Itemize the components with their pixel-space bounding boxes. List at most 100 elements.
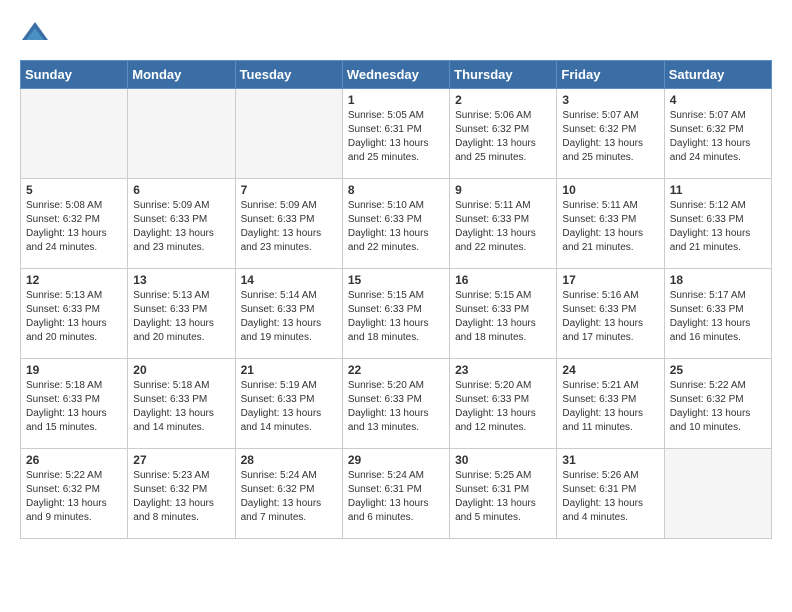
day-info: Sunrise: 5:16 AMSunset: 6:33 PMDaylight:… [562, 289, 658, 345]
calendar-cell: 10 Sunrise: 5:11 AMSunset: 6:33 PMDayligh… [557, 179, 664, 269]
calendar-cell: 25 Sunrise: 5:22 AMSunset: 6:32 PMDayligh… [664, 359, 771, 449]
day-number: 13 [133, 273, 229, 287]
day-number: 5 [26, 183, 122, 197]
day-number: 19 [26, 363, 122, 377]
calendar-cell: 3 Sunrise: 5:07 AMSunset: 6:32 PMDaylight… [557, 89, 664, 179]
week-row-4: 19 Sunrise: 5:18 AMSunset: 6:33 PMDayligh… [21, 359, 772, 449]
calendar-cell: 24Sunrise: 5:21 AMSunset: 6:33 PMDayligh… [557, 359, 664, 449]
day-info: Sunrise: 5:22 AMSunset: 6:32 PMDaylight:… [670, 379, 766, 435]
calendar-cell: 5 Sunrise: 5:08 AMSunset: 6:32 PMDaylight… [21, 179, 128, 269]
day-number: 23 [455, 363, 551, 377]
day-info: Sunrise: 5:13 AMSunset: 6:33 PMDaylight:… [133, 289, 229, 345]
day-info: Sunrise: 5:06 AMSunset: 6:32 PMDaylight:… [455, 109, 551, 165]
calendar-cell: 16 Sunrise: 5:15 AMSunset: 6:33 PMDayligh… [450, 269, 557, 359]
day-number: 17 [562, 273, 658, 287]
day-number: 16 [455, 273, 551, 287]
day-info: Sunrise: 5:20 AMSunset: 6:33 PMDaylight:… [348, 379, 444, 435]
week-row-1: 1 Sunrise: 5:05 AMSunset: 6:31 PMDaylight… [21, 89, 772, 179]
day-info: Sunrise: 5:22 AMSunset: 6:32 PMDaylight:… [26, 469, 122, 525]
day-info: Sunrise: 5:24 AMSunset: 6:32 PMDaylight:… [241, 469, 337, 525]
day-number: 1 [348, 93, 444, 107]
day-info: Sunrise: 5:09 AMSunset: 6:33 PMDaylight:… [133, 199, 229, 255]
calendar-cell: 14 Sunrise: 5:14 AMSunset: 6:33 PMDayligh… [235, 269, 342, 359]
day-number: 21 [241, 363, 337, 377]
calendar-cell: 22Sunrise: 5:20 AMSunset: 6:33 PMDayligh… [342, 359, 449, 449]
day-info: Sunrise: 5:19 AMSunset: 6:33 PMDaylight:… [241, 379, 337, 435]
day-number: 10 [562, 183, 658, 197]
day-number: 25 [670, 363, 766, 377]
day-info: Sunrise: 5:20 AMSunset: 6:33 PMDaylight:… [455, 379, 551, 435]
day-info: Sunrise: 5:10 AMSunset: 6:33 PMDaylight:… [348, 199, 444, 255]
day-info: Sunrise: 5:11 AMSunset: 6:33 PMDaylight:… [562, 199, 658, 255]
day-info: Sunrise: 5:18 AMSunset: 6:33 PMDaylight:… [133, 379, 229, 435]
calendar-cell: 29 Sunrise: 5:24 AMSunset: 6:31 PMDayligh… [342, 449, 449, 539]
day-number: 7 [241, 183, 337, 197]
week-row-3: 12 Sunrise: 5:13 AMSunset: 6:33 PMDayligh… [21, 269, 772, 359]
weekday-header-saturday: Saturday [664, 61, 771, 89]
day-info: Sunrise: 5:08 AMSunset: 6:32 PMDaylight:… [26, 199, 122, 255]
day-info: Sunrise: 5:07 AMSunset: 6:32 PMDaylight:… [562, 109, 658, 165]
day-number: 24 [562, 363, 658, 377]
calendar-cell [21, 89, 128, 179]
calendar-cell: 23 Sunrise: 5:20 AMSunset: 6:33 PMDayligh… [450, 359, 557, 449]
day-number: 4 [670, 93, 766, 107]
day-info: Sunrise: 5:15 AMSunset: 6:33 PMDaylight:… [455, 289, 551, 345]
calendar-cell: 31 Sunrise: 5:26 AMSunset: 6:31 PMDayligh… [557, 449, 664, 539]
calendar-cell: 18 Sunrise: 5:17 AMSunset: 6:33 PMDayligh… [664, 269, 771, 359]
calendar-cell: 2 Sunrise: 5:06 AMSunset: 6:32 PMDaylight… [450, 89, 557, 179]
day-number: 6 [133, 183, 229, 197]
calendar-cell: 26 Sunrise: 5:22 AMSunset: 6:32 PMDayligh… [21, 449, 128, 539]
calendar-cell: 12Sunrise: 5:13 AMSunset: 6:33 PMDayligh… [21, 269, 128, 359]
day-info: Sunrise: 5:12 AMSunset: 6:33 PMDaylight:… [670, 199, 766, 255]
calendar-cell: 7Sunrise: 5:09 AMSunset: 6:33 PMDaylight… [235, 179, 342, 269]
day-number: 28 [241, 453, 337, 467]
calendar-cell: 9 Sunrise: 5:11 AMSunset: 6:33 PMDaylight… [450, 179, 557, 269]
day-number: 9 [455, 183, 551, 197]
day-number: 18 [670, 273, 766, 287]
day-number: 27 [133, 453, 229, 467]
logo-icon [20, 20, 50, 50]
day-info: Sunrise: 5:26 AMSunset: 6:31 PMDaylight:… [562, 469, 658, 525]
calendar-cell: 4 Sunrise: 5:07 AMSunset: 6:32 PMDaylight… [664, 89, 771, 179]
day-number: 2 [455, 93, 551, 107]
calendar-cell [664, 449, 771, 539]
day-number: 26 [26, 453, 122, 467]
day-number: 11 [670, 183, 766, 197]
day-number: 20 [133, 363, 229, 377]
day-number: 29 [348, 453, 444, 467]
calendar-cell: 6 Sunrise: 5:09 AMSunset: 6:33 PMDaylight… [128, 179, 235, 269]
calendar-cell: 20 Sunrise: 5:18 AMSunset: 6:33 PMDayligh… [128, 359, 235, 449]
calendar-cell: 11 Sunrise: 5:12 AMSunset: 6:33 PMDayligh… [664, 179, 771, 269]
day-info: Sunrise: 5:05 AMSunset: 6:31 PMDaylight:… [348, 109, 444, 165]
day-info: Sunrise: 5:11 AMSunset: 6:33 PMDaylight:… [455, 199, 551, 255]
week-row-2: 5 Sunrise: 5:08 AMSunset: 6:32 PMDaylight… [21, 179, 772, 269]
calendar-cell: 17 Sunrise: 5:16 AMSunset: 6:33 PMDayligh… [557, 269, 664, 359]
day-number: 30 [455, 453, 551, 467]
calendar-table: SundayMondayTuesdayWednesdayThursdayFrid… [20, 60, 772, 539]
calendar-cell: 19Sunrise: 5:18 AMSunset: 6:33 PMDayligh… [21, 359, 128, 449]
calendar-cell: 8 Sunrise: 5:10 AMSunset: 6:33 PMDaylight… [342, 179, 449, 269]
day-number: 31 [562, 453, 658, 467]
day-number: 3 [562, 93, 658, 107]
day-info: Sunrise: 5:07 AMSunset: 6:32 PMDaylight:… [670, 109, 766, 165]
day-info: Sunrise: 5:24 AMSunset: 6:31 PMDaylight:… [348, 469, 444, 525]
calendar-cell: 21 Sunrise: 5:19 AMSunset: 6:33 PMDayligh… [235, 359, 342, 449]
day-info: Sunrise: 5:23 AMSunset: 6:32 PMDaylight:… [133, 469, 229, 525]
weekday-header-row: SundayMondayTuesdayWednesdayThursdayFrid… [21, 61, 772, 89]
day-info: Sunrise: 5:14 AMSunset: 6:33 PMDaylight:… [241, 289, 337, 345]
calendar-cell [128, 89, 235, 179]
day-info: Sunrise: 5:17 AMSunset: 6:33 PMDaylight:… [670, 289, 766, 345]
calendar-cell: 30Sunrise: 5:25 AMSunset: 6:31 PMDayligh… [450, 449, 557, 539]
calendar-cell: 1 Sunrise: 5:05 AMSunset: 6:31 PMDaylight… [342, 89, 449, 179]
calendar-cell: 28 Sunrise: 5:24 AMSunset: 6:32 PMDayligh… [235, 449, 342, 539]
day-info: Sunrise: 5:15 AMSunset: 6:33 PMDaylight:… [348, 289, 444, 345]
weekday-header-friday: Friday [557, 61, 664, 89]
day-number: 14 [241, 273, 337, 287]
day-number: 8 [348, 183, 444, 197]
weekday-header-wednesday: Wednesday [342, 61, 449, 89]
page-header [20, 20, 772, 50]
day-number: 12 [26, 273, 122, 287]
logo [20, 20, 54, 50]
week-row-5: 26 Sunrise: 5:22 AMSunset: 6:32 PMDayligh… [21, 449, 772, 539]
calendar-cell: 27 Sunrise: 5:23 AMSunset: 6:32 PMDayligh… [128, 449, 235, 539]
